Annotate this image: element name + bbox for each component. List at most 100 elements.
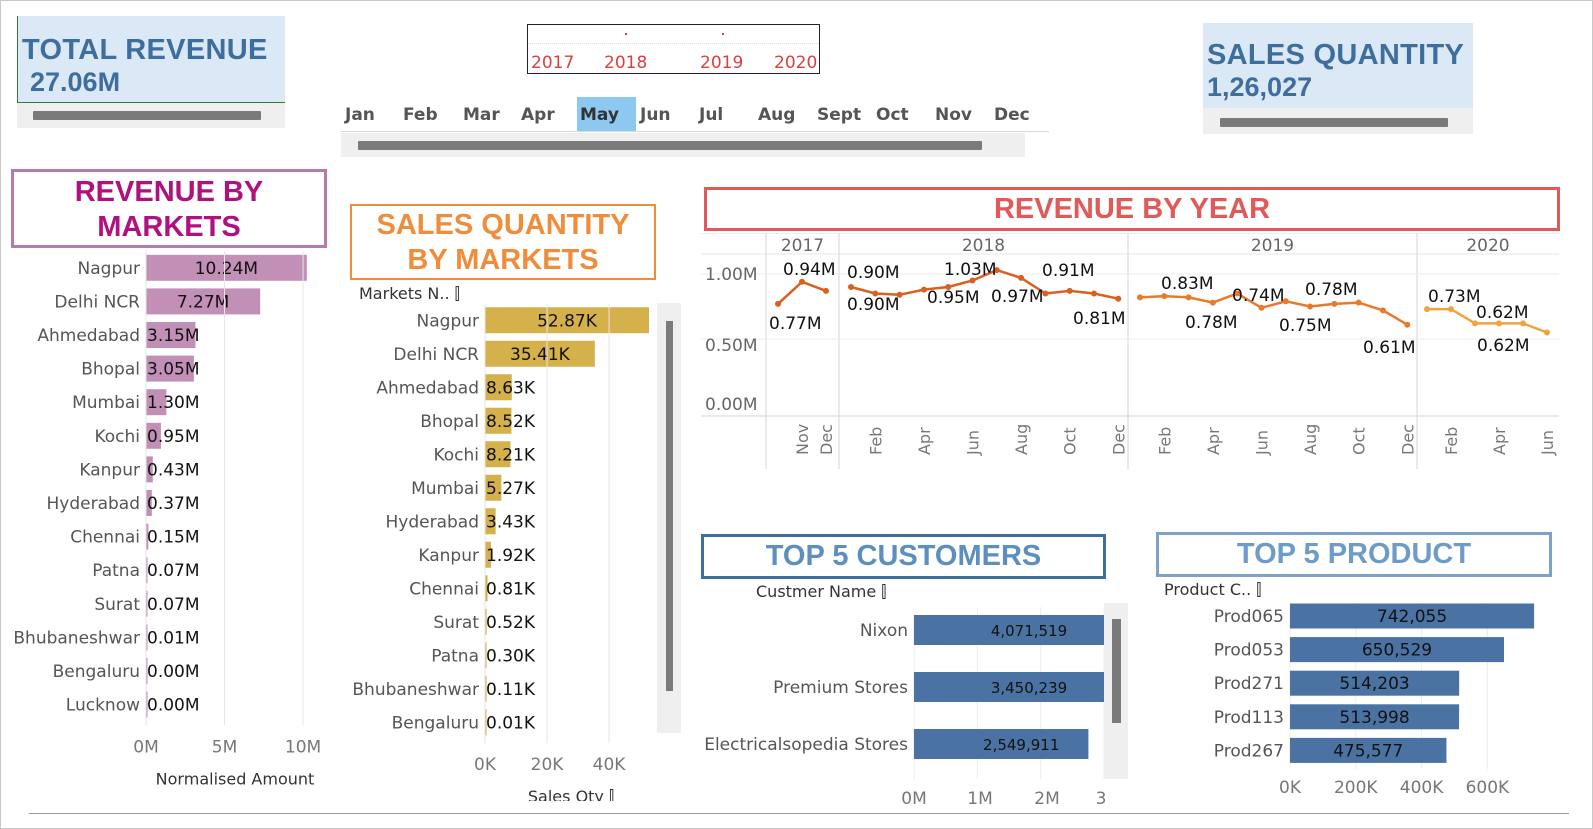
- x-tick-label: Aug: [1012, 424, 1031, 455]
- top5-customers-title: TOP 5 CUSTOMERS: [701, 534, 1106, 579]
- category-label: Nagpur: [417, 311, 479, 331]
- bar-value-label: 0.07M: [147, 595, 200, 615]
- top5-product-title: TOP 5 PRODUCT: [1156, 532, 1552, 577]
- data-point: [1544, 329, 1550, 336]
- year-2017[interactable]: 2017: [531, 53, 574, 73]
- x-tick-label: Jun: [964, 430, 983, 456]
- year-filter: 2017 2018 2019 2020: [527, 24, 820, 74]
- month-nov[interactable]: Nov: [935, 105, 972, 125]
- scrollbar: [1112, 619, 1121, 723]
- category-label: Electricalsopedia Stores: [704, 735, 908, 755]
- sales-quantity-card: SALES QUANTITY 1,26,027: [1203, 23, 1473, 108]
- x-tick-label: Aug: [1301, 424, 1320, 455]
- revenue-by-year-chart: 2017 2018 2019 2020 1.00M 0.50M 0.00M Nov Dec Feb…: [701, 233, 1559, 469]
- data-point: [1380, 307, 1386, 314]
- x-axis-title: Sales Qty ⫿: [528, 787, 614, 801]
- category-label: Kanpur: [79, 460, 140, 480]
- data-label: 0.90M: [847, 263, 900, 283]
- sales-quantity-scrollbar[interactable]: [1220, 118, 1448, 127]
- month-dec[interactable]: Dec: [994, 105, 1030, 125]
- category-label: Mumbai: [72, 393, 140, 413]
- category-label: Hyderabad: [386, 512, 480, 532]
- total-revenue-scrollbar[interactable]: [33, 111, 261, 120]
- bar-value-label: 0.37M: [147, 494, 200, 514]
- bar-value-label: 0.43M: [147, 460, 200, 480]
- category-label: Ahmedabad: [376, 378, 479, 398]
- x-tick-label: 400K: [1400, 778, 1444, 798]
- bar-value-label: 1.30M: [147, 393, 200, 413]
- category-label: Delhi NCR: [54, 292, 140, 312]
- month-may[interactable]: May: [580, 105, 619, 125]
- data-point: [775, 300, 781, 307]
- category-label: Bengaluru: [53, 662, 140, 682]
- month-scrollbar[interactable]: [358, 141, 982, 150]
- data-label: 0.77M: [769, 314, 822, 334]
- month-jun[interactable]: Jun: [640, 105, 671, 125]
- bar-value-label: 8.52K: [486, 412, 536, 432]
- bar-value-label: 2,549,911: [983, 736, 1059, 754]
- top5-customers-chart: Custmer Name ⫿ Nixon 4,071,519 Premium Stor…: [704, 582, 1128, 809]
- bar-value-label: 650,529: [1362, 641, 1432, 661]
- data-point: [1018, 274, 1025, 281]
- category-label: Patna: [431, 646, 479, 666]
- bar-value-label: 4,071,519: [991, 622, 1067, 640]
- sales-quantity-value: 1,26,027: [1207, 72, 1313, 102]
- category-label: Kochi: [433, 445, 479, 465]
- category-label: Bhopal: [420, 412, 479, 432]
- x-tick-label: Feb: [1155, 427, 1174, 455]
- bar-value-label: 513,998: [1339, 708, 1409, 728]
- year-mark-2018: [625, 33, 627, 35]
- month-mar[interactable]: Mar: [463, 105, 500, 125]
- data-point: [848, 284, 854, 290]
- month-jan[interactable]: Jan: [345, 105, 375, 125]
- top5-product-chart: Product C.. ⫿ Prod065 742,055 Prod053 650,52…: [1164, 580, 1535, 798]
- category-label: Delhi NCR: [393, 345, 479, 365]
- category-label: Bhubaneshwar: [352, 680, 479, 700]
- bar-value-label: 3,450,239: [991, 679, 1067, 697]
- data-label: 0.91M: [1042, 261, 1095, 281]
- x-tick-label: 5M: [212, 737, 237, 757]
- data-point: [1404, 321, 1411, 328]
- data-point: [1161, 293, 1168, 300]
- year-2020[interactable]: 2020: [774, 53, 817, 73]
- month-feb[interactable]: Feb: [403, 105, 438, 125]
- month-filter: Jan Feb Mar Apr May Jun Jul Aug Sept Oct…: [341, 97, 1049, 132]
- data-point: [1185, 294, 1192, 301]
- data-label: 0.78M: [1305, 280, 1358, 300]
- x-tick-label: Apr: [1204, 427, 1223, 455]
- x-tick-label: Apr: [915, 427, 934, 455]
- total-revenue-value: 27.06M: [30, 67, 121, 97]
- data-label: 0.90M: [847, 295, 900, 315]
- year-mark-2019: [722, 33, 724, 35]
- bar-value-label: 3.43K: [486, 512, 536, 532]
- data-label: 1.03M: [944, 260, 997, 280]
- x-tick-label: Oct: [1350, 427, 1369, 455]
- total-revenue-card: TOTAL REVENUE 27.06M: [17, 16, 285, 103]
- scrollbar: [666, 321, 673, 691]
- data-label: 0.94M: [783, 260, 836, 280]
- data-label: 0.83M: [1161, 274, 1214, 294]
- category-label: Bengaluru: [392, 713, 479, 733]
- month-oct[interactable]: Oct: [876, 105, 909, 125]
- data-label: 0.81M: [1073, 309, 1126, 329]
- month-aug[interactable]: Aug: [758, 105, 795, 125]
- bar-value-label: 0.81K: [486, 579, 536, 599]
- data-label: 0.73M: [1428, 287, 1481, 307]
- year-2019[interactable]: 2019: [700, 53, 743, 73]
- year-2018[interactable]: 2018: [604, 53, 647, 73]
- x-tick-label: 20K: [531, 755, 565, 775]
- x-tick-label: 3: [1096, 789, 1107, 809]
- bar-value-label: 5.27K: [486, 479, 536, 499]
- x-tick-label: 0K: [474, 755, 497, 775]
- data-point: [1209, 299, 1216, 306]
- dashboard: TOTAL REVENUE 27.06M SALES QUANTITY 1,26…: [0, 0, 1593, 829]
- x-tick-label: Dec: [1109, 424, 1128, 455]
- month-sept[interactable]: Sept: [817, 105, 861, 125]
- data-label: 0.78M: [1185, 313, 1238, 333]
- total-revenue-title: TOTAL REVENUE: [22, 34, 268, 66]
- category-label: Surat: [94, 595, 140, 615]
- month-apr[interactable]: Apr: [521, 105, 555, 125]
- data-point: [1115, 295, 1122, 302]
- category-label: Lucknow: [66, 696, 140, 716]
- month-jul[interactable]: Jul: [699, 105, 723, 125]
